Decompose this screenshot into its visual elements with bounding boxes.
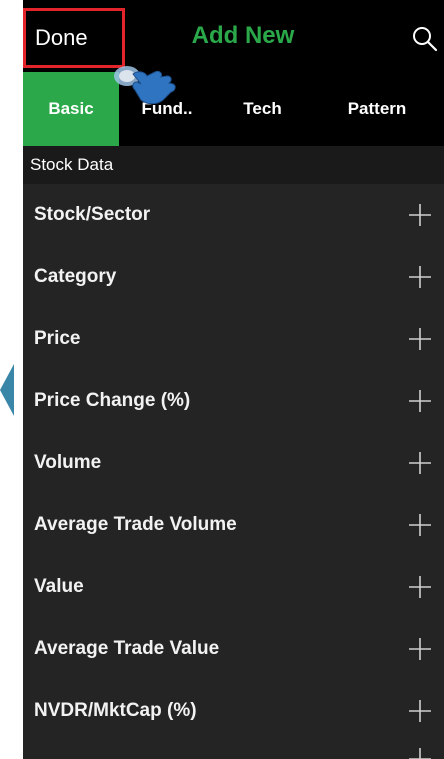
list-item[interactable]: Stock/Sector — [23, 184, 444, 246]
list-item-label: Category — [34, 266, 117, 287]
list-item[interactable]: Value — [23, 556, 444, 618]
plus-icon[interactable] — [408, 637, 432, 661]
plus-icon[interactable] — [408, 389, 432, 413]
plus-icon[interactable] — [408, 699, 432, 723]
list-item[interactable]: Category — [23, 246, 444, 308]
page-title: Add New — [191, 22, 295, 49]
plus-icon[interactable] — [408, 575, 432, 599]
list-item-label: Price — [34, 328, 81, 349]
item-list: Stock/Sector Category Price Price Change… — [23, 184, 444, 742]
plus-icon[interactable] — [408, 265, 432, 289]
list-item[interactable]: Average Trade Volume — [23, 494, 444, 556]
tab-pattern[interactable]: Pattern — [310, 72, 444, 146]
list-item-label: Average Trade Value — [34, 638, 220, 659]
tab-tech[interactable]: Tech — [215, 72, 310, 146]
tab-basic[interactable]: Basic — [23, 72, 119, 146]
list-item-label: Price Change (%) — [34, 390, 191, 411]
list-item[interactable]: Volume — [23, 432, 444, 494]
plus-icon[interactable] — [408, 513, 432, 537]
search-icon[interactable] — [412, 26, 438, 52]
plus-icon[interactable] — [408, 327, 432, 351]
tab-bar: Basic Fund.. Tech Pattern — [23, 72, 444, 146]
hand-pointer-icon — [114, 66, 176, 105]
left-arrow-icon — [0, 364, 14, 416]
list-item[interactable]: NVDR/MktCap (%) — [23, 680, 444, 742]
phone-screen: Done Add New Basic Fund.. Tech Pattern S… — [23, 0, 444, 759]
list-item-label: Volume — [34, 452, 102, 473]
plus-icon[interactable] — [408, 203, 432, 227]
list-item-label: NVDR/MktCap (%) — [34, 700, 197, 721]
list-item-label: Stock/Sector — [34, 204, 151, 225]
section-header: Stock Data — [23, 146, 444, 184]
list-item[interactable]: Price — [23, 308, 444, 370]
top-bar: Done Add New — [23, 0, 444, 82]
list-item-label: Average Trade Volume — [34, 514, 237, 535]
list-item[interactable]: Average Trade Value — [23, 618, 444, 680]
plus-icon[interactable] — [408, 451, 432, 475]
done-button[interactable]: Done — [23, 8, 125, 68]
plus-icon-partial — [409, 748, 431, 759]
list-item[interactable]: Price Change (%) — [23, 370, 444, 432]
list-item-label: Value — [34, 576, 84, 597]
